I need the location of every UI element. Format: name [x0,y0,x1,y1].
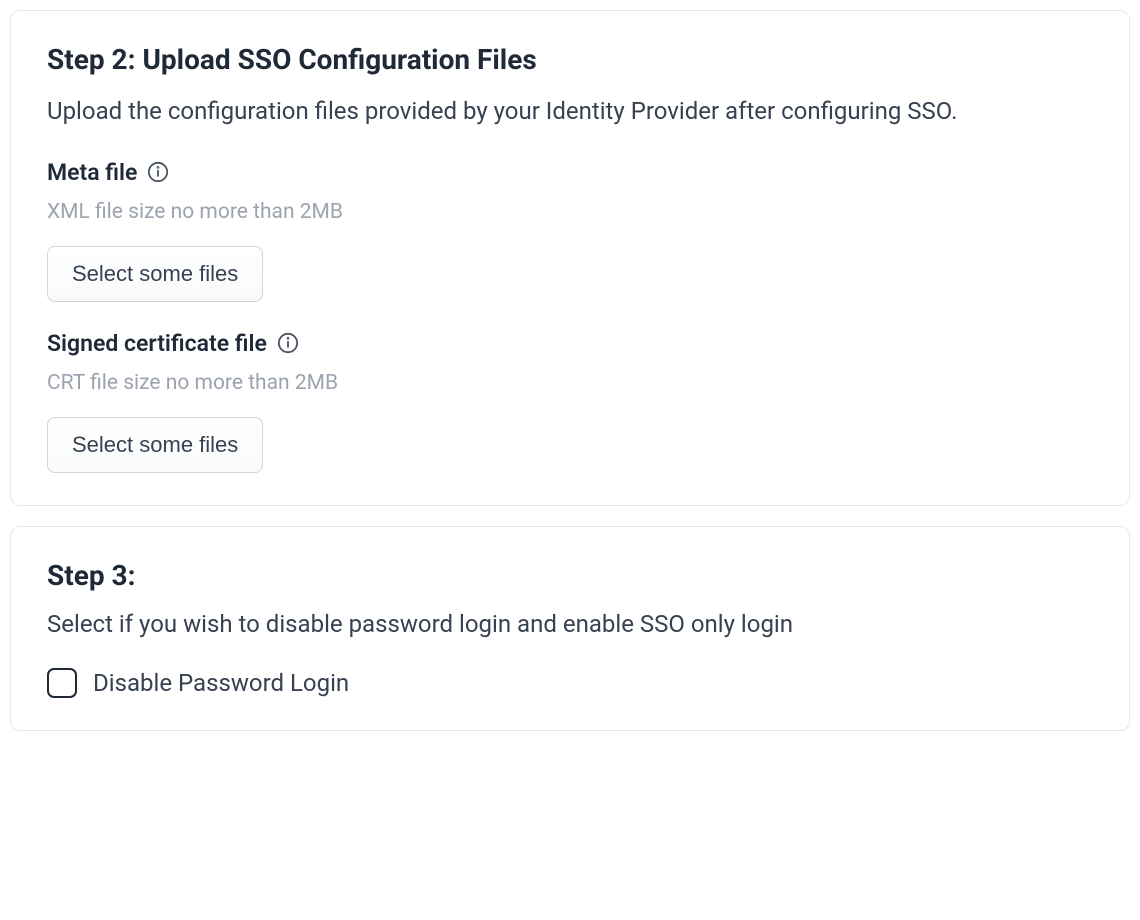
step2-description: Upload the configuration files provided … [47,94,1093,129]
info-icon[interactable] [147,161,169,183]
disable-password-label: Disable Password Login [93,669,349,697]
cert-file-label-text: Signed certificate file [47,330,267,357]
meta-file-hint: XML file size no more than 2MB [47,200,1093,224]
step3-card: Step 3: Select if you wish to disable pa… [10,526,1130,731]
step2-title: Step 2: Upload SSO Configuration Files [47,43,1093,76]
disable-password-checkbox[interactable] [47,668,77,698]
meta-file-label: Meta file [47,159,1093,186]
disable-password-row: Disable Password Login [47,668,1093,698]
meta-file-select-button[interactable]: Select some files [47,246,263,302]
cert-file-hint: CRT file size no more than 2MB [47,371,1093,395]
info-icon[interactable] [277,332,299,354]
cert-file-select-button[interactable]: Select some files [47,417,263,473]
meta-file-label-text: Meta file [47,159,137,186]
step3-title: Step 3: [47,559,1093,592]
cert-file-label: Signed certificate file [47,330,1093,357]
step2-card: Step 2: Upload SSO Configuration Files U… [10,10,1130,506]
step3-description: Select if you wish to disable password l… [47,610,1093,638]
